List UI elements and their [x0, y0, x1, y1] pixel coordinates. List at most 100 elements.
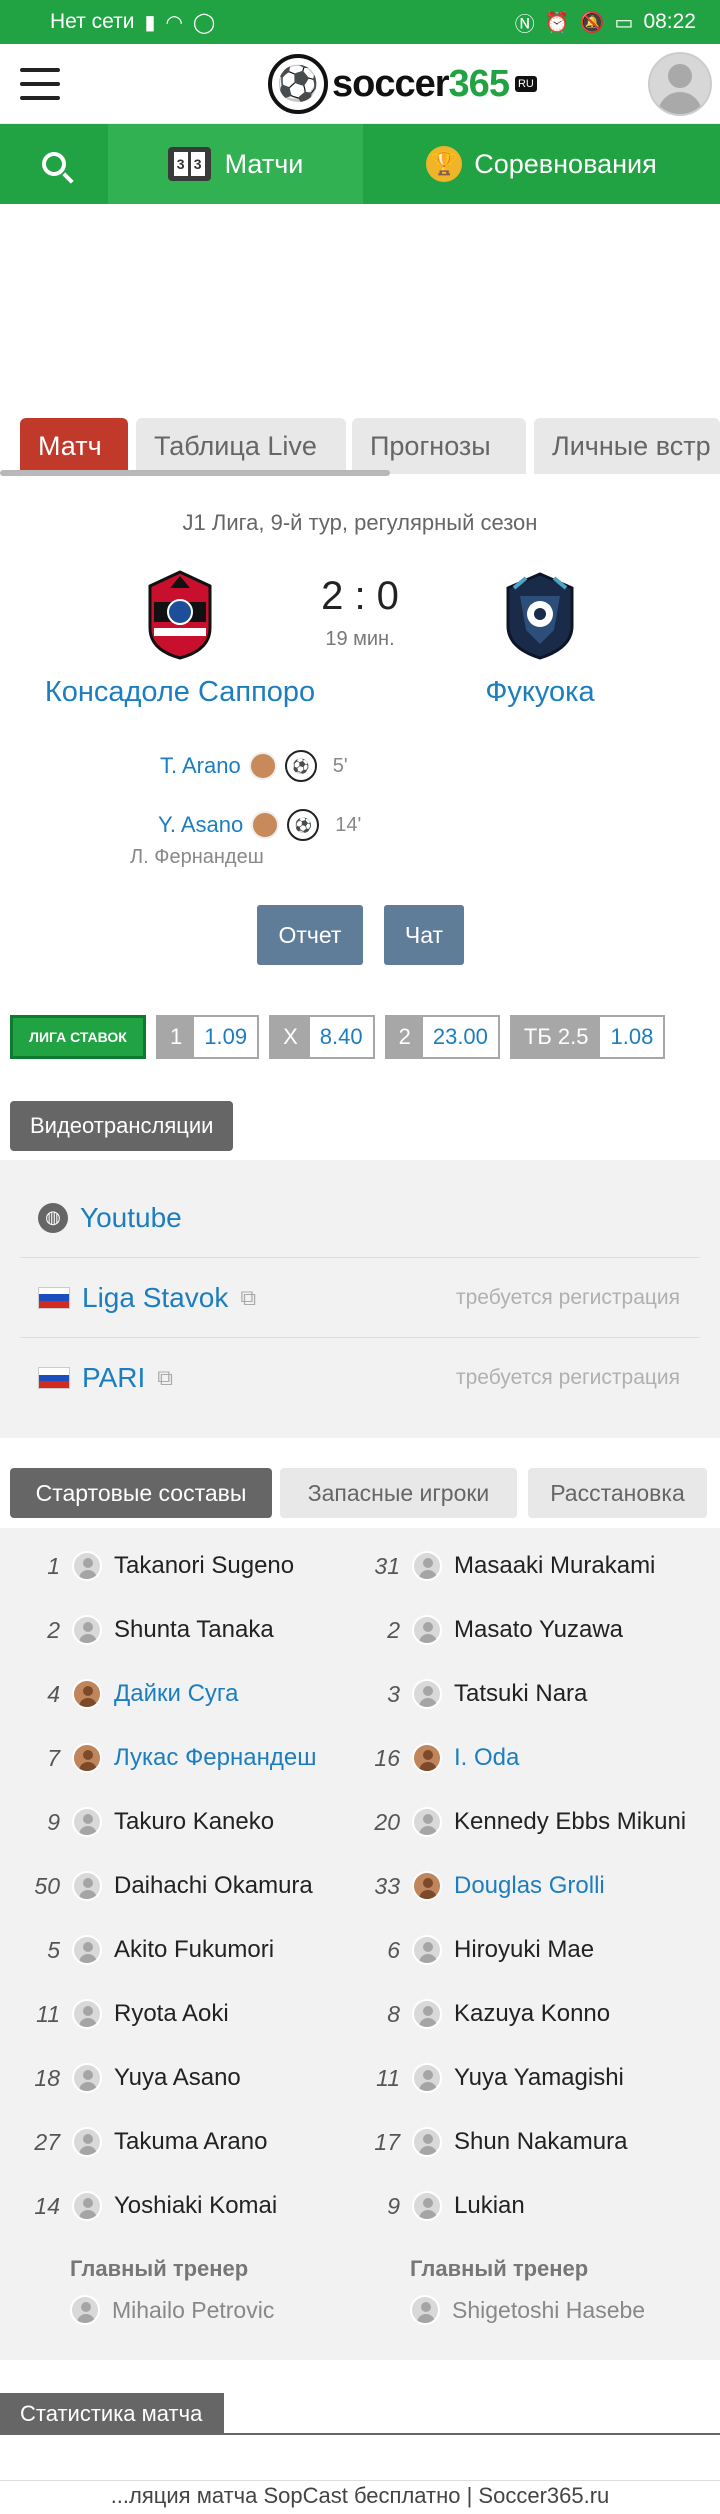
player-name[interactable]: Yuya Yamagishi [454, 2064, 624, 2092]
match-score: 2 : 0 [321, 574, 399, 618]
video-item[interactable]: Liga Stavok ⧉ требуется регистрация [20, 1258, 700, 1338]
player-number: 2 [387, 1616, 400, 1643]
player-row[interactable]: 14 Yoshiaki Komai [10, 2176, 277, 2236]
player-name[interactable]: Yoshiaki Komai [114, 2192, 277, 2220]
goal-scorer[interactable]: Y. Asano [158, 812, 243, 838]
registration-note: требуется регистрация [456, 1366, 680, 1389]
video-list: ◍ Youtube Liga Stavok ⧉ требуется регист… [0, 1160, 720, 1438]
site-logo[interactable]: ⚽ soccer365 RU [268, 52, 537, 116]
player-name[interactable]: Douglas Grolli [454, 1872, 605, 1900]
logo-ru-badge: RU [514, 76, 537, 92]
odd-home[interactable]: 1 1.09 [156, 1015, 260, 1059]
away-coach[interactable]: Shigetoshi Hasebe [410, 2290, 645, 2330]
player-row[interactable]: 7 Лукас Фернандеш [10, 1728, 316, 1788]
nav-matches[interactable]: 3 3 Матчи [108, 124, 363, 204]
tab-live-table[interactable]: Таблица Live [136, 418, 346, 474]
menu-icon[interactable] [20, 68, 60, 100]
player-name[interactable]: Daihachi Okamura [114, 1872, 313, 1900]
player-name[interactable]: Yuya Asano [114, 2064, 241, 2092]
player-name[interactable]: I. Oda [454, 1744, 519, 1772]
player-row[interactable]: 4 Дайки Суга [10, 1664, 239, 1724]
player-row[interactable]: 9 Takuro Kaneko [10, 1792, 274, 1852]
video-link[interactable]: Liga Stavok [82, 1282, 228, 1314]
tab-starting-lineups[interactable]: Стартовые составы [10, 1468, 272, 1518]
player-row[interactable]: 16 I. Oda [350, 1728, 519, 1788]
player-name[interactable]: Kennedy Ebbs Mikuni [454, 1808, 686, 1836]
avatar [72, 1743, 102, 1773]
player-row[interactable]: 9 Lukian [350, 2176, 525, 2236]
player-row[interactable]: 2 Masato Yuzawa [350, 1600, 623, 1660]
user-avatar[interactable] [648, 52, 712, 116]
player-number: 18 [34, 2064, 60, 2091]
player-row[interactable]: 27 Takuma Arano [10, 2112, 267, 2172]
player-name[interactable]: Masaaki Murakami [454, 1552, 655, 1580]
report-button[interactable]: Отчет [257, 905, 363, 965]
away-team-name[interactable]: Фукуока [380, 676, 700, 709]
video-item[interactable]: PARI ⧉ требуется регистрация [20, 1338, 700, 1418]
player-name[interactable]: Дайки Суга [114, 1680, 239, 1708]
tab-match[interactable]: Матч [20, 418, 128, 474]
player-name[interactable]: Takuma Arano [114, 2128, 267, 2156]
player-row[interactable]: 3 Tatsuki Nara [350, 1664, 587, 1724]
goal-assist: Л. Фернандеш [130, 846, 264, 868]
odds-bar: ЛИГА СТАВОК 1 1.09 X 8.40 2 23.00 ТБ 2.5… [10, 1015, 666, 1059]
goal-scorer[interactable]: T. Arano [160, 753, 241, 779]
tabs-scrollbar[interactable] [0, 470, 390, 476]
scoreboard-icon: 3 3 [167, 147, 211, 181]
player-name[interactable]: Hiroyuki Mae [454, 1936, 594, 1964]
player-name[interactable]: Shunta Tanaka [114, 1616, 274, 1644]
video-link[interactable]: Youtube [80, 1202, 182, 1234]
home-team-name[interactable]: Консадоле Саппоро [20, 676, 340, 709]
home-coach[interactable]: Mihailo Petrovic [70, 2290, 274, 2330]
match-minute: 19 мин. [325, 628, 395, 650]
tab-predictions[interactable]: Прогнозы [352, 418, 526, 474]
home-team-crest-icon[interactable] [140, 568, 220, 660]
player-name[interactable]: Kazuya Konno [454, 2000, 610, 2028]
avatar [70, 2295, 100, 2325]
player-row[interactable]: 18 Yuya Asano [10, 2048, 241, 2108]
player-name[interactable]: Ryota Aoki [114, 2000, 229, 2028]
player-name[interactable]: Lukian [454, 2192, 525, 2220]
chat-button[interactable]: Чат [384, 905, 464, 965]
player-name[interactable]: Tatsuki Nara [454, 1680, 587, 1708]
player-row[interactable]: 31 Masaaki Murakami [350, 1536, 655, 1596]
avatar [412, 1871, 442, 1901]
odd-over[interactable]: ТБ 2.5 1.08 [509, 1015, 666, 1059]
video-link[interactable]: PARI [82, 1362, 145, 1394]
video-item[interactable]: ◍ Youtube [20, 1178, 700, 1258]
odd-value: 23.00 [432, 1024, 488, 1049]
player-row[interactable]: 2 Shunta Tanaka [10, 1600, 274, 1660]
player-row[interactable]: 17 Shun Nakamura [350, 2112, 627, 2172]
player-row[interactable]: 1 Takanori Sugeno [10, 1536, 294, 1596]
player-name[interactable]: Takuro Kaneko [114, 1808, 274, 1836]
nav-competitions[interactable]: 🏆 Соревнования [363, 124, 720, 204]
odd-draw[interactable]: X 8.40 [269, 1015, 375, 1059]
away-team-crest-icon[interactable] [500, 568, 580, 660]
video-section-title[interactable]: Видеотрансляции [10, 1101, 234, 1151]
player-row[interactable]: 11 Ryota Aoki [10, 1984, 229, 2044]
nav-matches-label: Матчи [224, 148, 304, 179]
player-row[interactable]: 11 Yuya Yamagishi [350, 2048, 624, 2108]
tab-head-to-head[interactable]: Личные встр [534, 418, 720, 474]
search-button[interactable] [0, 124, 108, 204]
odd-label: 2 [386, 1017, 423, 1057]
player-name[interactable]: Masato Yuzawa [454, 1616, 623, 1644]
player-name[interactable]: Shun Nakamura [454, 2128, 627, 2156]
tab-formation[interactable]: Расстановка [528, 1468, 707, 1518]
player-row[interactable]: 20 Kennedy Ebbs Mikuni [350, 1792, 686, 1852]
bookmaker-logo[interactable]: ЛИГА СТАВОК [10, 1015, 146, 1059]
player-name[interactable]: Takanori Sugeno [114, 1552, 294, 1580]
stats-section-title[interactable]: Статистика матча [0, 2393, 225, 2435]
player-row[interactable]: 5 Akito Fukumori [10, 1920, 274, 1980]
player-row[interactable]: 50 Daihachi Okamura [10, 1856, 313, 1916]
home-coach-label: Главный тренер [70, 2256, 249, 2281]
player-row[interactable]: 33 Douglas Grolli [350, 1856, 605, 1916]
nfc-icon: Ⓝ [514, 13, 535, 36]
player-name[interactable]: Akito Fukumori [114, 1936, 274, 1964]
player-row[interactable]: 6 Hiroyuki Mae [350, 1920, 594, 1980]
player-row[interactable]: 8 Kazuya Konno [350, 1984, 610, 2044]
tab-substitutes[interactable]: Запасные игроки [280, 1468, 517, 1518]
player-name[interactable]: Лукас Фернандеш [114, 1744, 316, 1772]
odd-away[interactable]: 2 23.00 [384, 1015, 500, 1059]
player-number: 7 [47, 1744, 60, 1771]
